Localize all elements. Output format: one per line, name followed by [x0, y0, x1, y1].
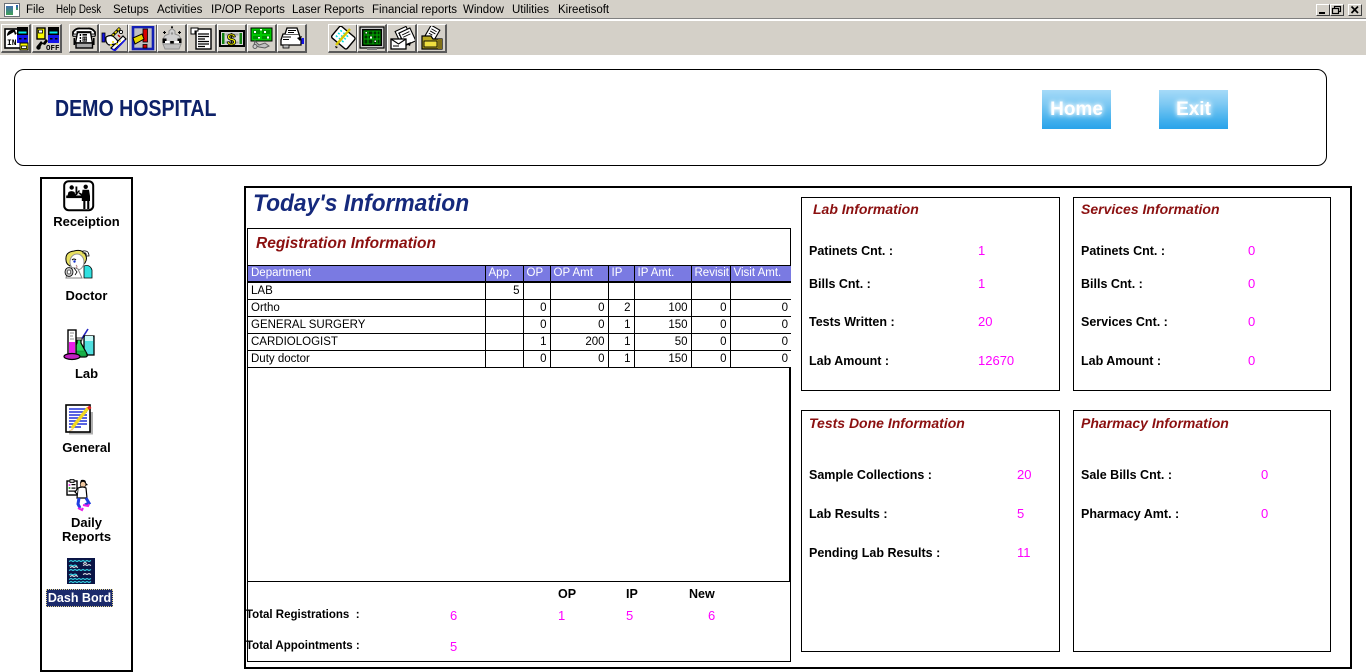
svg-text:OFF: OFF: [46, 45, 60, 51]
svg-text:IN: IN: [7, 39, 17, 48]
svg-text:$: $: [227, 32, 236, 49]
